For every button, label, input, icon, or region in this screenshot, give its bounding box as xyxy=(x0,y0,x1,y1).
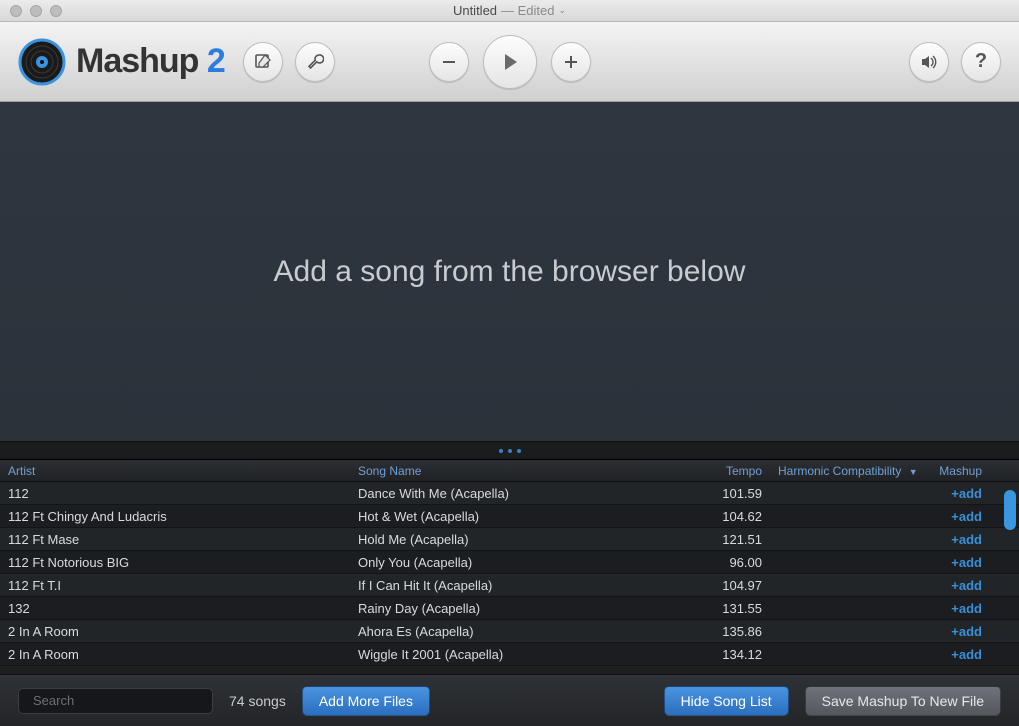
col-mashup-header[interactable]: Mashup xyxy=(930,464,1000,478)
cell-song: Dance With Me (Acapella) xyxy=(350,486,690,501)
hide-song-list-button[interactable]: Hide Song List xyxy=(664,686,789,716)
cell-artist: 112 Ft Mase xyxy=(0,532,350,547)
cell-tempo: 121.51 xyxy=(690,532,770,547)
zoom-out-button[interactable] xyxy=(429,42,469,82)
table-row[interactable]: 112Dance With Me (Acapella)101.59 +add xyxy=(0,482,1019,505)
plus-icon xyxy=(562,53,580,71)
cell-artist: 132 xyxy=(0,601,350,616)
add-song-button[interactable]: +add xyxy=(951,532,982,547)
cell-song: Wiggle It 2001 (Acapella) xyxy=(350,647,690,662)
add-song-button[interactable]: +add xyxy=(951,555,982,570)
cell-artist: 2 In A Room xyxy=(0,624,350,639)
cell-song: Hold Me (Acapella) xyxy=(350,532,690,547)
col-harmonic-header[interactable]: Harmonic Compatibility ▼ xyxy=(770,464,930,478)
question-icon: ? xyxy=(975,50,987,73)
sort-desc-icon: ▼ xyxy=(909,467,918,477)
table-row[interactable]: 2 In A RoomWiggle It 2001 (Acapella)134.… xyxy=(0,643,1019,666)
cell-artist: 112 Ft T.I xyxy=(0,578,350,593)
add-song-button[interactable]: +add xyxy=(951,624,982,639)
song-count: 74 songs xyxy=(229,693,286,709)
cell-song: Rainy Day (Acapella) xyxy=(350,601,690,616)
titlebar: Untitled — Edited ⌄ xyxy=(0,0,1019,22)
search-field[interactable] xyxy=(18,688,213,714)
cell-song: Only You (Acapella) xyxy=(350,555,690,570)
scrollbar-thumb[interactable] xyxy=(1004,490,1016,530)
cell-tempo: 135.86 xyxy=(690,624,770,639)
table-row[interactable]: 112 Ft T.IIf I Can Hit It (Acapella)104.… xyxy=(0,574,1019,597)
cell-tempo: 96.00 xyxy=(690,555,770,570)
app-name: Mashup 2 xyxy=(76,42,225,81)
table-header: Artist Song Name Tempo Harmonic Compatib… xyxy=(0,460,1019,482)
table-row[interactable]: 112 Ft MaseHold Me (Acapella)121.51 +add xyxy=(0,528,1019,551)
table-row[interactable]: 112 Ft Chingy And LudacrisHot & Wet (Aca… xyxy=(0,505,1019,528)
add-song-button[interactable]: +add xyxy=(951,486,982,501)
speaker-icon xyxy=(919,52,939,72)
toolbar: Mashup 2 xyxy=(0,22,1019,102)
compose-icon xyxy=(254,53,272,71)
title-text: Untitled xyxy=(453,3,497,18)
cell-artist: 112 xyxy=(0,486,350,501)
cell-tempo: 131.55 xyxy=(690,601,770,616)
col-tempo-header[interactable]: Tempo xyxy=(690,464,770,478)
add-song-button[interactable]: +add xyxy=(951,601,982,616)
window-controls xyxy=(10,5,62,17)
col-artist-header[interactable]: Artist xyxy=(0,464,350,478)
add-more-files-button[interactable]: Add More Files xyxy=(302,686,430,716)
minimize-window-button[interactable] xyxy=(30,5,42,17)
zoom-in-button[interactable] xyxy=(551,42,591,82)
vinyl-record-icon xyxy=(18,38,66,86)
zoom-window-button[interactable] xyxy=(50,5,62,17)
col-songname-header[interactable]: Song Name xyxy=(350,464,690,478)
close-window-button[interactable] xyxy=(10,5,22,17)
table-row[interactable]: 2 In A RoomAhora Es (Acapella)135.86 +add xyxy=(0,620,1019,643)
table-row[interactable]: 132Rainy Day (Acapella)131.55 +add xyxy=(0,597,1019,620)
cell-song: If I Can Hit It (Acapella) xyxy=(350,578,690,593)
cell-tempo: 104.97 xyxy=(690,578,770,593)
workspace-drop-area[interactable]: Add a song from the browser below xyxy=(0,102,1019,442)
add-song-button[interactable]: +add xyxy=(951,509,982,524)
cell-artist: 112 Ft Notorious BIG xyxy=(0,555,350,570)
table-row[interactable]: 112 Ft Notorious BIGOnly You (Acapella)9… xyxy=(0,551,1019,574)
cell-tempo: 104.62 xyxy=(690,509,770,524)
cell-tempo: 134.12 xyxy=(690,647,770,662)
settings-button[interactable] xyxy=(295,42,335,82)
window-title[interactable]: Untitled — Edited ⌄ xyxy=(453,3,566,18)
add-song-button[interactable]: +add xyxy=(951,647,982,662)
search-input[interactable] xyxy=(33,693,209,708)
app-logo: Mashup 2 xyxy=(18,38,225,86)
cell-artist: 112 Ft Chingy And Ludacris xyxy=(0,509,350,524)
workspace-message: Add a song from the browser below xyxy=(274,255,746,289)
panel-drag-handle[interactable] xyxy=(0,442,1019,460)
play-icon xyxy=(499,51,521,73)
song-table: Artist Song Name Tempo Harmonic Compatib… xyxy=(0,460,1019,666)
play-button[interactable] xyxy=(483,35,537,89)
help-button[interactable]: ? xyxy=(961,42,1001,82)
wrench-icon xyxy=(306,53,324,71)
table-body: 112Dance With Me (Acapella)101.59+add112… xyxy=(0,482,1019,666)
cell-tempo: 101.59 xyxy=(690,486,770,501)
cell-song: Ahora Es (Acapella) xyxy=(350,624,690,639)
volume-button[interactable] xyxy=(909,42,949,82)
title-status: — Edited xyxy=(501,3,554,18)
cell-artist: 2 In A Room xyxy=(0,647,350,662)
minus-icon xyxy=(440,53,458,71)
add-song-button[interactable]: +add xyxy=(951,578,982,593)
cell-song: Hot & Wet (Acapella) xyxy=(350,509,690,524)
footer-bar: 74 songs Add More Files Hide Song List S… xyxy=(0,674,1019,726)
chevron-down-icon: ⌄ xyxy=(559,5,567,16)
edit-button[interactable] xyxy=(243,42,283,82)
save-mashup-button[interactable]: Save Mashup To New File xyxy=(805,686,1001,716)
